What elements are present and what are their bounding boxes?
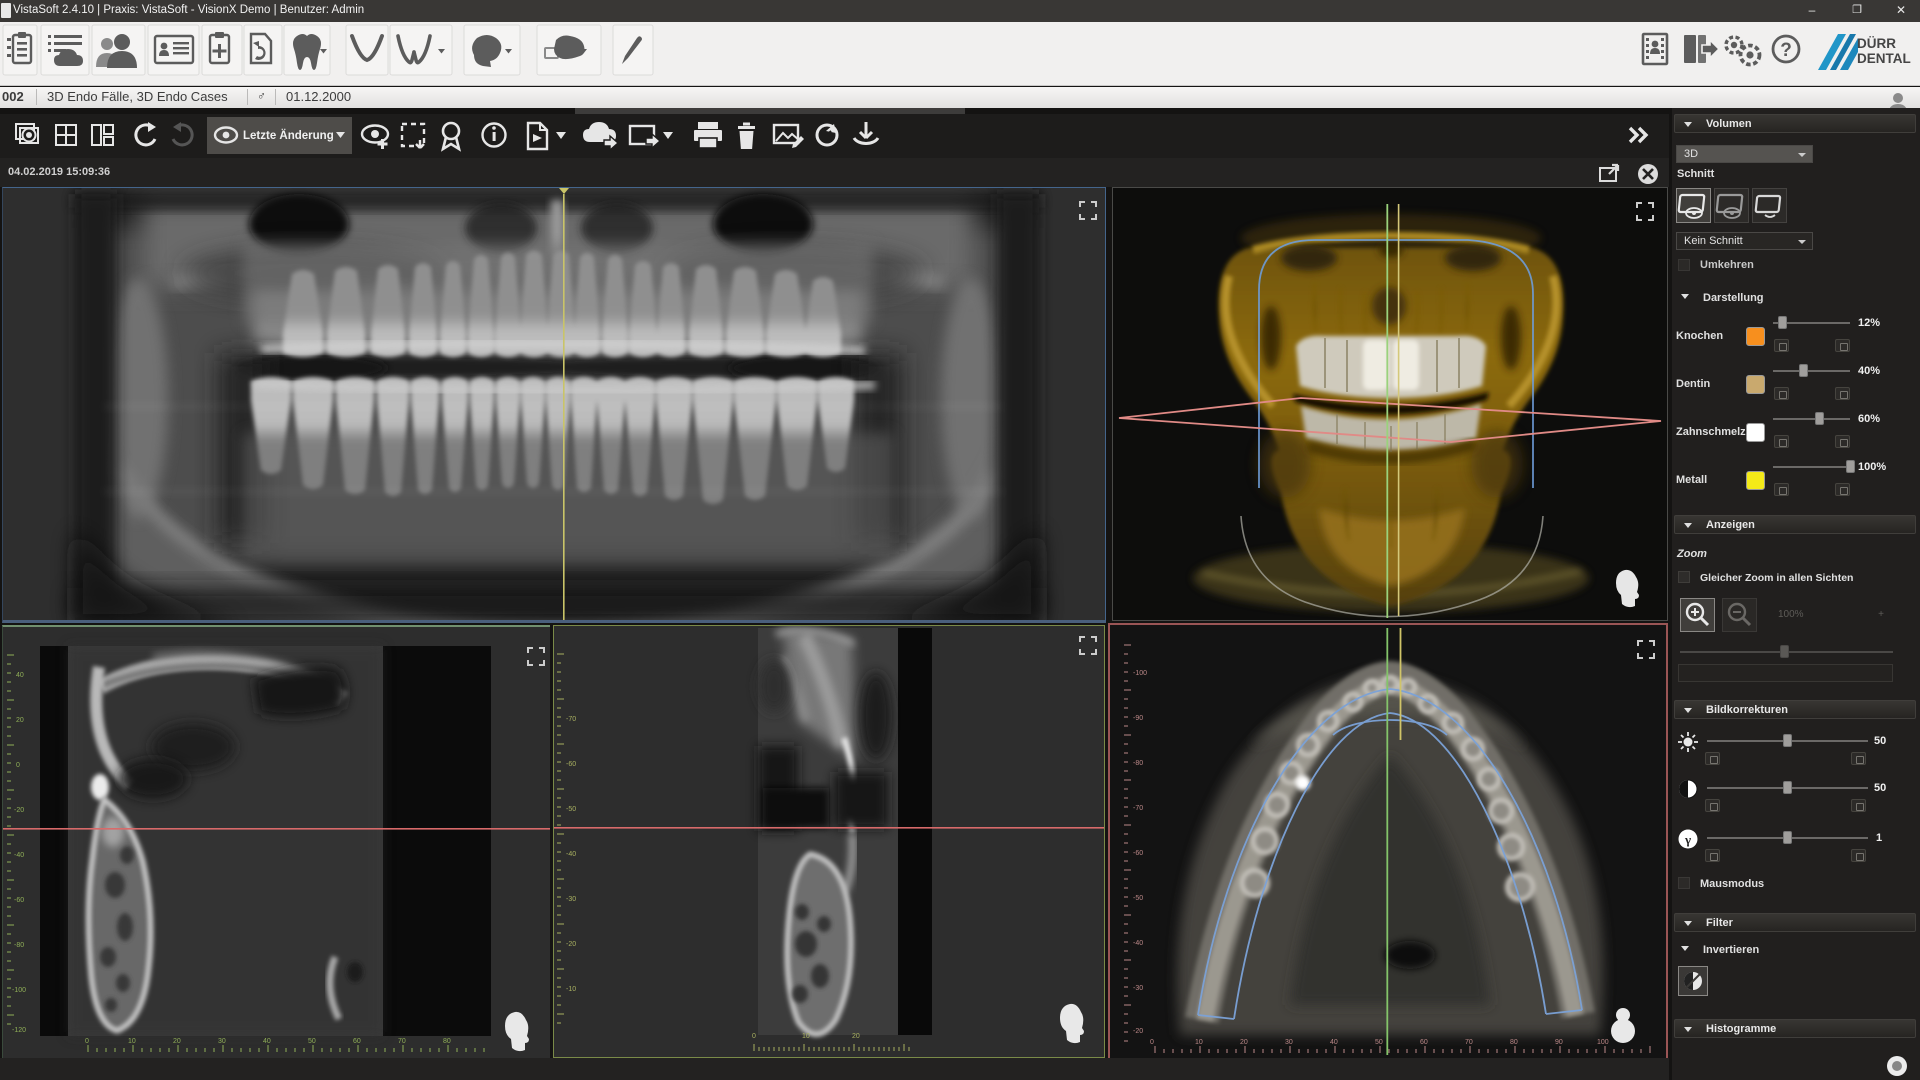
svg-text:30: 30 [218,1038,226,1045]
svg-text:60: 60 [353,1038,361,1045]
svg-text:80: 80 [443,1038,451,1045]
svg-text:-30: -30 [566,896,576,903]
svg-text:-50: -50 [1133,895,1143,902]
svg-text:-20: -20 [1133,1028,1143,1035]
svg-text:-90: -90 [1133,715,1143,722]
svg-text:Letzte Änderung: Letzte Änderung [243,129,334,142]
svg-text:40: 40 [16,672,24,679]
svg-text:?: ? [1780,40,1792,61]
svg-text:10: 10 [128,1038,136,1045]
svg-text:70: 70 [398,1038,406,1045]
svg-text:-20: -20 [566,941,576,948]
svg-text:-70: -70 [566,716,576,723]
svg-text:-40: -40 [14,852,24,859]
svg-text:40: 40 [1330,1039,1338,1046]
svg-text:90: 90 [1555,1039,1563,1046]
svg-text:-80: -80 [1133,760,1143,767]
svg-text:20: 20 [852,1033,860,1040]
svg-text:20: 20 [173,1038,181,1045]
svg-text:60: 60 [1420,1039,1428,1046]
svg-text:-60: -60 [14,897,24,904]
svg-text:DENTAL: DENTAL [1857,51,1911,66]
svg-text:-60: -60 [566,761,576,768]
svg-text:-30: -30 [1133,985,1143,992]
svg-text:50: 50 [1375,1039,1383,1046]
svg-text:DÜRR: DÜRR [1857,36,1896,51]
svg-text:-80: -80 [14,942,24,949]
svg-text:-100: -100 [12,987,26,994]
svg-text:70: 70 [1465,1039,1473,1046]
svg-text:100: 100 [1597,1039,1609,1046]
svg-text:0: 0 [1150,1039,1154,1046]
svg-text:-40: -40 [1133,940,1143,947]
svg-text:10: 10 [1195,1039,1203,1046]
svg-text:-70: -70 [1133,805,1143,812]
svg-text:γ: γ [1684,832,1691,847]
svg-text:20: 20 [1240,1039,1248,1046]
svg-text:80: 80 [1510,1039,1518,1046]
svg-text:10: 10 [802,1033,810,1040]
svg-text:-40: -40 [566,851,576,858]
svg-text:0: 0 [752,1033,756,1040]
svg-text:50: 50 [308,1038,316,1045]
svg-text:-120: -120 [12,1027,26,1034]
svg-text:20: 20 [16,717,24,724]
svg-text:-10: -10 [566,986,576,993]
svg-text:30: 30 [1285,1039,1293,1046]
svg-text:0: 0 [85,1038,89,1045]
svg-text:-100: -100 [1133,670,1147,677]
svg-text:40: 40 [263,1038,271,1045]
svg-text:-20: -20 [14,807,24,814]
svg-text:-60: -60 [1133,850,1143,857]
svg-text:-50: -50 [566,806,576,813]
svg-text:0: 0 [16,762,20,769]
